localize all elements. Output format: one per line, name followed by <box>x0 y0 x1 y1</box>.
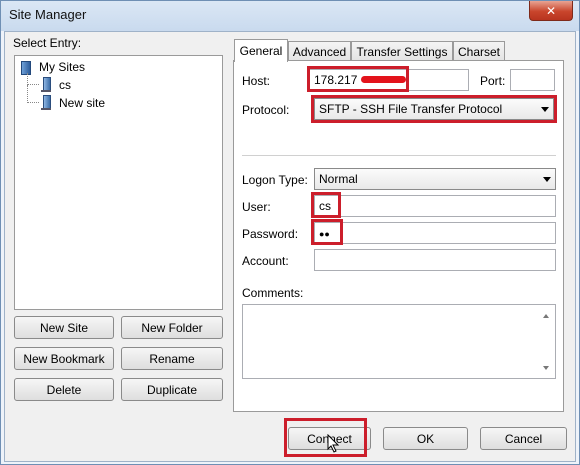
delete-button[interactable]: Delete <box>14 378 114 401</box>
tree-item-cs[interactable]: cs <box>39 77 71 93</box>
tree-item-label: My Sites <box>39 60 86 74</box>
chevron-down-icon <box>543 177 551 182</box>
protocol-select[interactable]: SFTP - SSH File Transfer Protocol <box>314 98 554 120</box>
cancel-button[interactable]: Cancel <box>480 427 567 450</box>
comments-textarea[interactable] <box>242 304 556 379</box>
server-icon <box>39 77 53 93</box>
tree-connector <box>27 85 39 103</box>
scroll-down-icon[interactable] <box>543 366 549 370</box>
logon-type-value: Normal <box>319 172 358 186</box>
password-label: Password: <box>242 227 299 241</box>
divider <box>242 155 556 156</box>
select-entry-label: Select Entry: <box>13 36 82 50</box>
close-window-button[interactable]: ✕ <box>529 1 573 21</box>
tab-transfer-settings[interactable]: Transfer Settings <box>351 41 453 62</box>
folder-icon <box>19 60 35 75</box>
account-input[interactable] <box>314 249 556 271</box>
title-bar[interactable]: Site Manager ✕ <box>1 1 579 31</box>
protocol-label: Protocol: <box>242 103 290 117</box>
account-label: Account: <box>242 254 289 268</box>
logon-type-label: Logon Type: <box>242 173 308 187</box>
redaction-mark <box>361 76 406 83</box>
port-input[interactable] <box>510 69 555 91</box>
password-value: ●● <box>319 229 330 239</box>
tree-item-new-site[interactable]: New site <box>39 95 105 111</box>
tab-advanced[interactable]: Advanced <box>288 41 351 62</box>
logon-type-select[interactable]: Normal <box>314 168 556 190</box>
rename-button[interactable]: Rename <box>121 347 223 370</box>
comments-label: Comments: <box>242 286 304 300</box>
duplicate-button[interactable]: Duplicate <box>121 378 223 401</box>
new-folder-button[interactable]: New Folder <box>121 316 223 339</box>
tree-connector <box>27 73 39 85</box>
chevron-down-icon <box>541 107 549 112</box>
user-label: User: <box>242 200 271 214</box>
server-icon <box>39 95 53 111</box>
general-tab-panel: Host: 178.217 Port: Protocol: SFTP - SSH… <box>233 60 564 412</box>
new-site-button[interactable]: New Site <box>14 316 114 339</box>
site-tree[interactable]: My Sites cs New site <box>14 55 223 310</box>
dialog-body: Select Entry: My Sites cs New site New S… <box>4 31 576 462</box>
port-label: Port: <box>480 74 506 88</box>
scroll-up-icon[interactable] <box>543 314 549 318</box>
site-manager-window: Site Manager ✕ Select Entry: My Sites cs… <box>0 0 580 465</box>
user-input[interactable]: cs <box>314 195 556 217</box>
tab-charset[interactable]: Charset <box>453 41 505 62</box>
ok-button[interactable]: OK <box>383 427 468 450</box>
new-bookmark-button[interactable]: New Bookmark <box>14 347 114 370</box>
tree-item-label: New site <box>59 96 106 110</box>
window-title: Site Manager <box>9 7 87 22</box>
tree-item-label: cs <box>59 78 71 92</box>
user-value: cs <box>319 199 331 213</box>
mouse-cursor-icon <box>327 434 340 453</box>
host-label: Host: <box>242 74 271 88</box>
protocol-value: SFTP - SSH File Transfer Protocol <box>319 102 503 116</box>
password-input[interactable]: ●● <box>314 222 556 244</box>
host-value: 178.217 <box>314 73 358 87</box>
tab-general[interactable]: General <box>234 39 288 62</box>
